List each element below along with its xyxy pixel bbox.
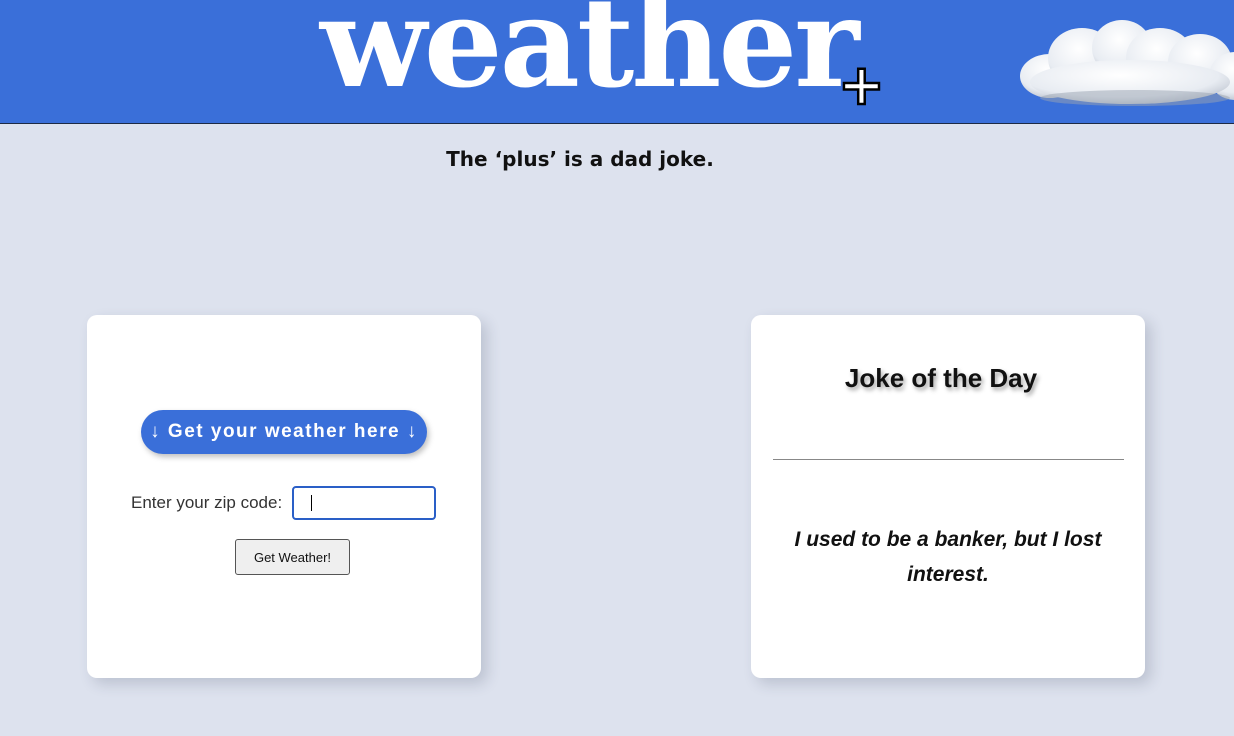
weather-heading-banner: ↓ Get your weather here ↓ [141, 410, 427, 454]
zip-code-input[interactable] [292, 486, 436, 520]
tagline: The ‘plus’ is a dad joke. [446, 147, 714, 171]
divider [773, 459, 1124, 460]
joke-card: Joke of the Day I used to be a banker, b… [751, 315, 1145, 678]
logo-plus: + [837, 53, 886, 118]
weather-card: ↓ Get your weather here ↓ Enter your zip… [87, 315, 481, 678]
joke-text: I used to be a banker, but I lost intere… [794, 528, 1102, 586]
cloud-icon [1020, 20, 1234, 106]
site-header: weather + [0, 0, 1234, 124]
joke-title: Joke of the Day [844, 363, 1038, 393]
text-cursor [311, 495, 312, 511]
get-weather-button[interactable]: Get Weather! [235, 539, 350, 575]
logo-text: weather [320, 0, 860, 116]
zip-label: Enter your zip code: [131, 493, 283, 512]
